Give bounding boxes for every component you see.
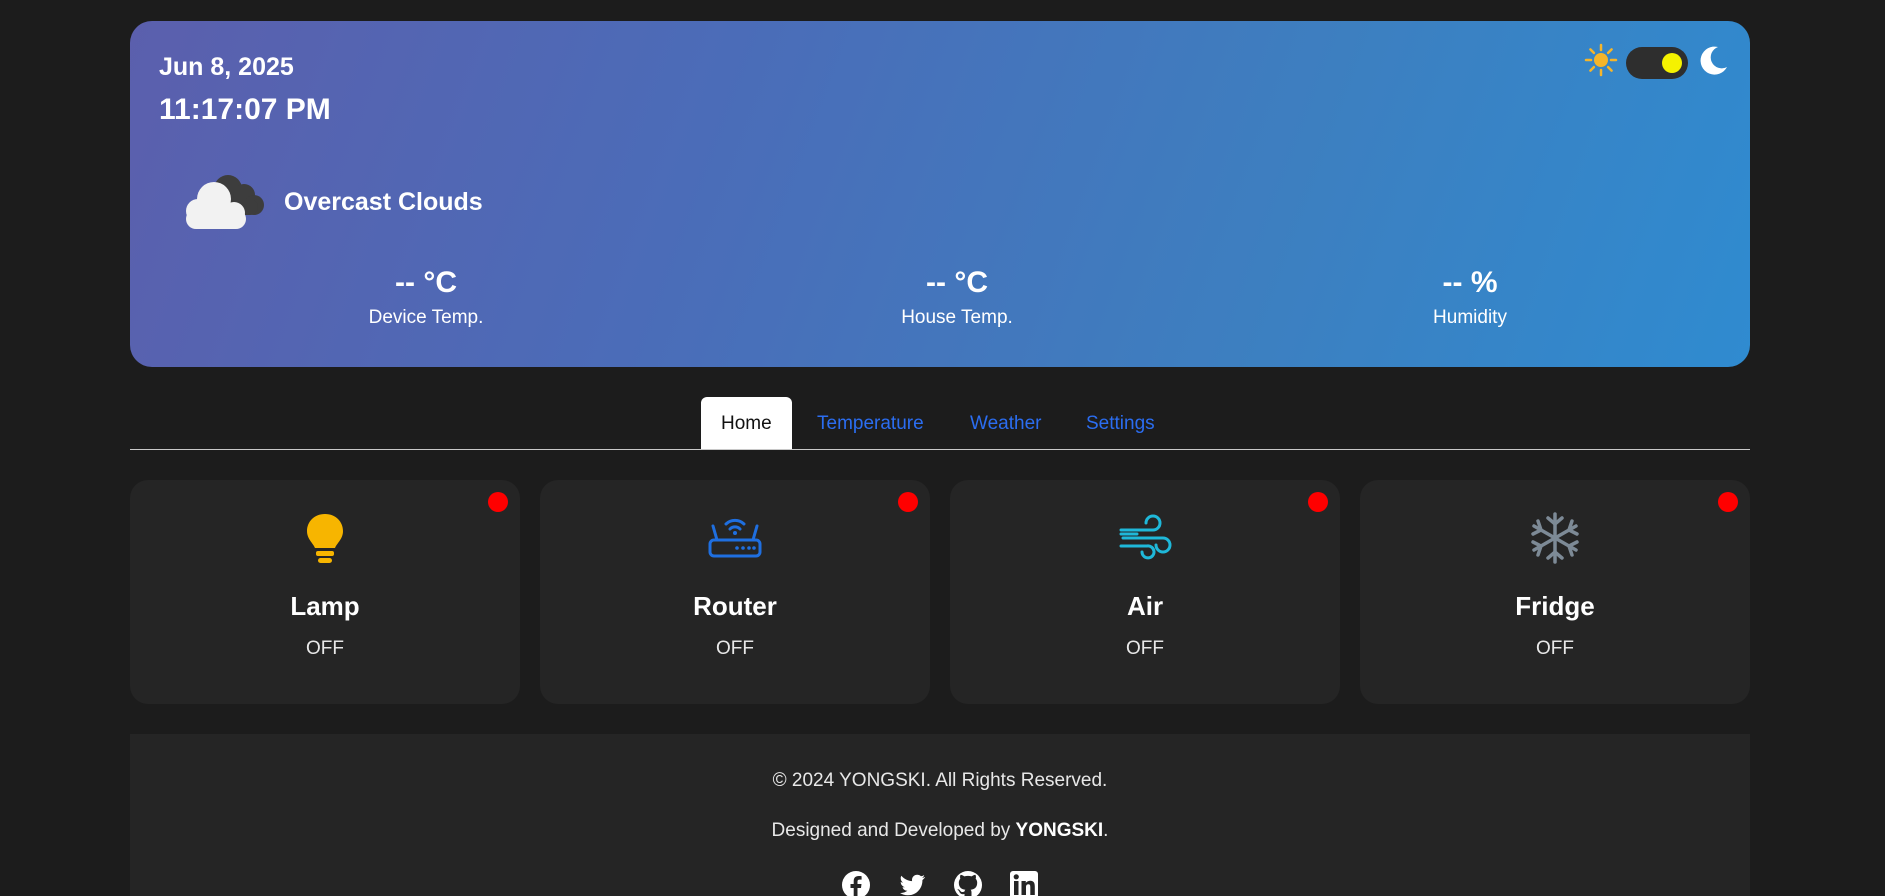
house-temp-stat: -- °C House Temp. [827,263,1087,329]
device-temp-value: -- °C [395,266,457,299]
current-time: 11:17:07 PM [159,93,331,126]
social-links [130,870,1750,896]
device-name: Router [693,591,777,621]
tab-weather[interactable]: Weather [970,397,1041,449]
facebook-icon[interactable] [841,870,871,896]
main-tabs: Home Temperature Weather Settings [130,397,1750,450]
device-name: Air [1126,591,1164,621]
footer: © 2024 YONGSKI. All Rights Reserved. Des… [130,734,1750,896]
linkedin-icon[interactable] [1009,870,1039,896]
twitter-icon[interactable] [897,870,927,896]
github-icon[interactable] [953,870,983,896]
weather-condition-label: Overcast Clouds [284,188,483,216]
device-card-fridge[interactable]: Fridge OFF [1360,480,1750,704]
current-date: Jun 8, 2025 [159,53,294,81]
theme-switch-knob [1662,52,1682,73]
moon-icon [1696,43,1730,82]
device-name: Lamp [290,591,360,621]
status-indicator [1308,492,1328,512]
humidity-value: -- % [1442,266,1498,299]
device-state: OFF [716,638,754,659]
tab-temperature[interactable]: Temperature [817,397,924,449]
router-icon [707,510,763,566]
device-card-lamp[interactable]: Lamp OFF [130,480,520,704]
device-card-air[interactable]: Air OFF [950,480,1340,704]
sun-icon [1584,43,1618,82]
device-state: OFF [1126,638,1164,659]
theme-switch[interactable] [1626,46,1688,79]
weather-hero-panel: Jun 8, 2025 11:17:07 PM Overcast Clouds … [130,21,1750,367]
snowflake-icon [1527,510,1583,566]
weather-condition: Overcast Clouds [176,169,483,236]
device-name: Fridge [1515,591,1595,621]
house-temp-label: House Temp. [901,307,1013,328]
designed-by-text: Designed and Developed by YONGSKI. [130,820,1750,842]
tab-home[interactable]: Home [701,397,792,449]
wind-icon [1117,510,1173,566]
status-indicator [1718,492,1738,512]
tab-settings[interactable]: Settings [1086,397,1155,449]
designed-by-suffix: . [1103,820,1109,841]
humidity-stat: -- % Humidity [1340,263,1600,329]
humidity-label: Humidity [1433,307,1507,328]
lightbulb-icon [297,510,353,566]
designer-name: YONGSKI [1015,820,1104,841]
device-state: OFF [1536,638,1574,659]
device-state: OFF [306,638,344,659]
dashboard-page: Jun 8, 2025 11:17:07 PM Overcast Clouds … [0,0,1885,896]
overcast-clouds-icon [176,169,270,236]
theme-toggle [1584,43,1730,82]
designed-by-prefix: Designed and Developed by [771,820,1016,841]
device-temp-label: Device Temp. [368,307,484,328]
copyright-text: © 2024 YONGSKI. All Rights Reserved. [772,770,1108,791]
status-indicator [488,492,508,512]
device-card-router[interactable]: Router OFF [540,480,930,704]
status-indicator [898,492,918,512]
device-temp-stat: -- °C Device Temp. [296,263,556,329]
house-temp-value: -- °C [926,266,988,299]
